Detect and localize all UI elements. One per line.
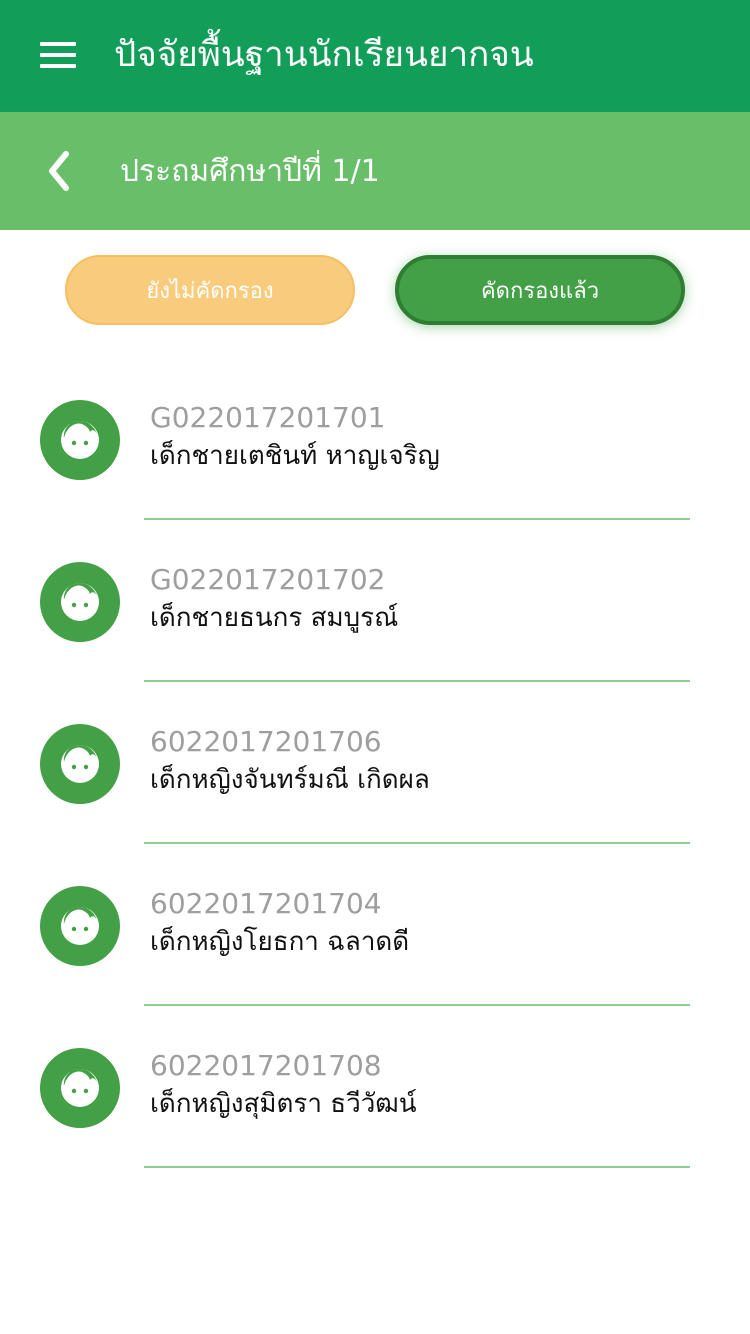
student-avatar bbox=[40, 886, 120, 966]
child-face-icon bbox=[61, 1069, 99, 1107]
list-item[interactable]: 6022017201704 เด็กหญิงโยธกา ฉลาดดี bbox=[0, 844, 750, 1006]
menu-line bbox=[40, 64, 76, 68]
child-face-icon bbox=[61, 745, 99, 783]
student-id: 6022017201706 bbox=[150, 725, 382, 758]
list-item[interactable]: G022017201702 เด็กชายธนกร สมบูรณ์ bbox=[0, 520, 750, 682]
filter-pending-button[interactable]: ยังไม่คัดกรอง bbox=[65, 255, 355, 325]
list-item[interactable]: 6022017201708 เด็กหญิงสุมิตรา ธวีวัฒน์ bbox=[0, 1006, 750, 1168]
student-id: 6022017201708 bbox=[150, 1049, 382, 1082]
child-face-icon bbox=[61, 583, 99, 621]
chevron-left-icon[interactable] bbox=[40, 148, 80, 194]
row-divider bbox=[144, 1166, 690, 1168]
student-avatar bbox=[40, 562, 120, 642]
student-avatar bbox=[40, 724, 120, 804]
student-list: G022017201701 เด็กชายเตชินท์ หาญเจริญ G0… bbox=[0, 358, 750, 1168]
student-name: เด็กชายธนกร สมบูรณ์ bbox=[150, 603, 399, 633]
list-item[interactable]: G022017201701 เด็กชายเตชินท์ หาญเจริญ bbox=[0, 358, 750, 520]
child-face-icon bbox=[61, 421, 99, 459]
filter-done-button[interactable]: คัดกรองแล้ว bbox=[395, 255, 685, 325]
hamburger-menu-icon[interactable] bbox=[40, 40, 76, 70]
student-id: G022017201701 bbox=[150, 401, 386, 434]
app-title: ปัจจัยพื้นฐานนักเรียนยากจน bbox=[114, 35, 534, 75]
student-name: เด็กหญิงโยธกา ฉลาดดี bbox=[150, 927, 410, 957]
list-item[interactable]: 6022017201706 เด็กหญิงจันทร์มณี เกิดผล bbox=[0, 682, 750, 844]
student-id: 6022017201704 bbox=[150, 887, 382, 920]
student-name: เด็กหญิงสุมิตรา ธวีวัฒน์ bbox=[150, 1089, 417, 1119]
menu-line bbox=[40, 42, 76, 46]
student-name: เด็กหญิงจันทร์มณี เกิดผล bbox=[150, 765, 430, 795]
student-id: G022017201702 bbox=[150, 563, 386, 596]
sub-header: ประถมศึกษาปีที่ 1/1 bbox=[0, 112, 750, 230]
student-avatar bbox=[40, 1048, 120, 1128]
app-bar: ปัจจัยพื้นฐานนักเรียนยากจน bbox=[0, 0, 750, 112]
child-face-icon bbox=[61, 907, 99, 945]
menu-line bbox=[40, 53, 76, 57]
class-title: ประถมศึกษาปีที่ 1/1 bbox=[120, 154, 380, 189]
student-avatar bbox=[40, 400, 120, 480]
student-name: เด็กชายเตชินท์ หาญเจริญ bbox=[150, 441, 440, 471]
